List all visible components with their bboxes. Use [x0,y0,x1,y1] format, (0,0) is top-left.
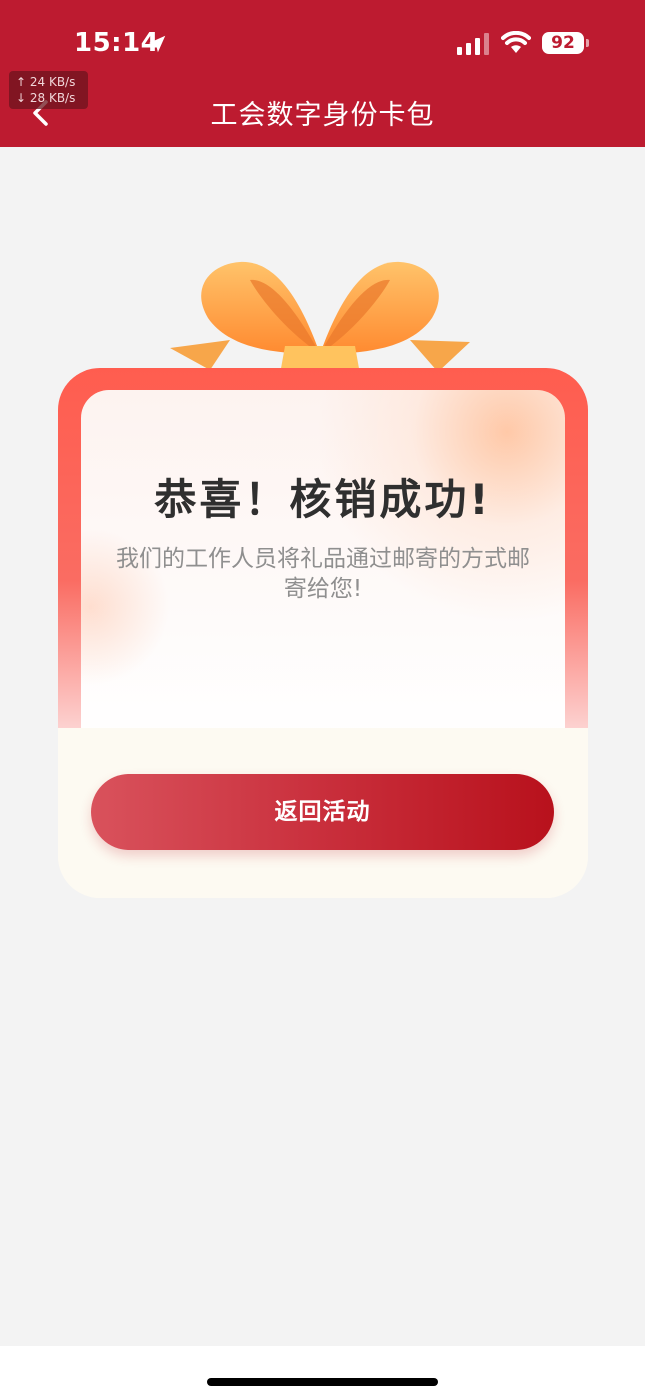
battery-icon: 92 [542,32,584,54]
status-bar: 15:14 92 [0,0,645,80]
gift-card-notch [58,728,588,753]
battery-tip [586,39,589,47]
success-message: 我们的工作人员将礼品通过邮寄的方式邮寄给您! [116,546,530,602]
location-arrow-icon [148,35,166,53]
page-title: 工会数字身份卡包 [210,100,435,131]
gift-bow-icon [170,261,470,374]
header: 15:14 92 ↑ 24 KB/s ↓ 28 KB/s 工会数字身份卡包 [0,0,645,147]
signal-icon [457,33,489,55]
return-activity-button[interactable]: 返回活动 [91,774,554,850]
network-speed: ↑ 24 KB/s ↓ 28 KB/s [9,71,88,109]
bottom-bar [0,1346,645,1398]
gift-card: 恭喜！核销成功! 我们的工作人员将礼品通过邮寄的方式邮寄给您! 返回活动 [58,258,588,898]
upload-speed: ↑ 24 KB/s [16,75,76,89]
wifi-icon [501,31,531,53]
download-speed: ↓ 28 KB/s [16,91,76,105]
success-headline: 恭喜！核销成功! [154,475,492,524]
home-indicator[interactable] [207,1378,438,1386]
